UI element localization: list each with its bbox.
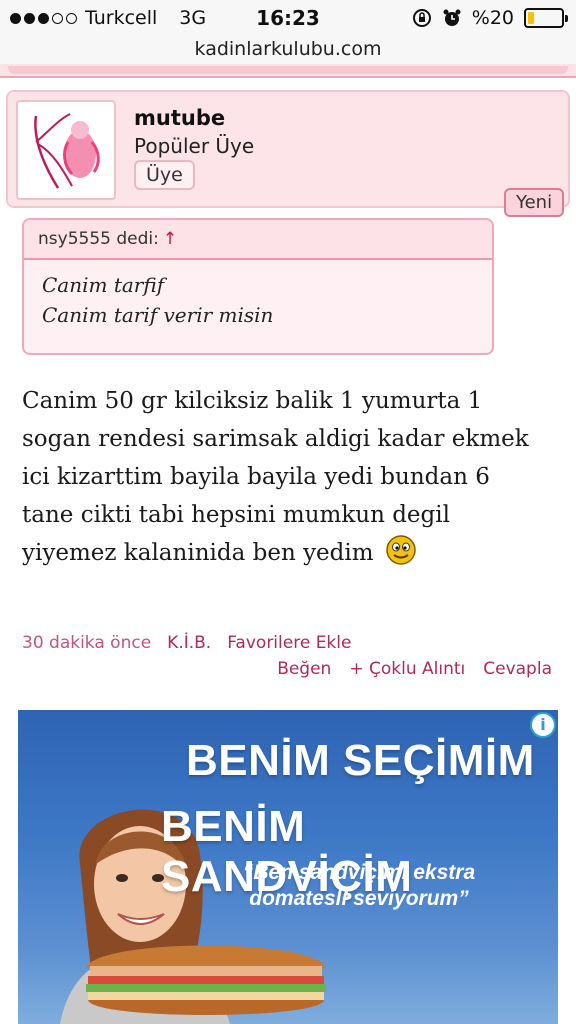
advertisement-banner[interactable]: BENİM SEÇİMİM BENİM SANDVİÇİM “Ben sandv… — [18, 710, 558, 1024]
post-time: 30 dakika önce — [22, 633, 152, 653]
jump-to-quote-arrow-icon[interactable]: ↑ — [163, 229, 177, 249]
status-left: Turkcell 3G — [10, 7, 206, 29]
signal-strength-icon — [10, 12, 77, 24]
quote-author: nsy5555 dedi: — [38, 229, 159, 249]
smiley-icon — [386, 535, 416, 565]
add-favorite-link[interactable]: Favorilere Ekle — [227, 633, 351, 653]
ad-headline-1: BENİM SEÇİMİM — [186, 736, 535, 785]
username[interactable]: mutube — [134, 106, 225, 130]
quote-body: Canim tarfif Canim tarif verir misin — [24, 260, 492, 340]
new-post-badge[interactable]: Yeni — [504, 188, 565, 217]
quote-line: Canim tarif verir misin — [42, 303, 274, 327]
like-link[interactable]: Beğen — [277, 659, 331, 679]
battery-percent: %20 — [471, 7, 514, 29]
ad-sandwich-image — [86, 945, 326, 1015]
network-type: 3G — [179, 7, 207, 29]
quote-line: Canim tarfif — [42, 273, 165, 297]
kib-link[interactable]: K.İ.B. — [167, 633, 211, 653]
avatar[interactable] — [16, 100, 116, 200]
url-bar[interactable]: kadinlarkulubu.com — [0, 38, 576, 64]
previous-post-edge — [0, 64, 576, 78]
quote-block: nsy5555 dedi: ↑ Canim tarfif Canim tarif … — [22, 218, 494, 355]
post-meta: 30 dakika önce K.İ.B. Favorilere Ekle — [22, 633, 351, 653]
ad-quote: “Ben sandviçimi ekstra domatesli seviyor… — [242, 861, 476, 910]
carrier-name: Turkcell — [85, 7, 158, 29]
alarm-icon — [443, 9, 461, 26]
battery-icon — [524, 8, 568, 28]
rotation-lock-icon — [412, 9, 431, 27]
user-rank: Popüler Üye — [134, 134, 255, 158]
member-badge: Üye — [134, 160, 195, 190]
status-right: %20 — [412, 7, 568, 29]
post-message: Canim 50 gr kilciksiz balik 1 yumurta 1 … — [22, 382, 542, 572]
info-icon[interactable]: i — [530, 712, 556, 738]
status-bar: Turkcell 3G 16:23 %20 — [0, 0, 576, 38]
battery-level — [528, 12, 535, 24]
quote-header: nsy5555 dedi: ↑ — [24, 220, 492, 260]
avatar-logo-icon — [34, 113, 100, 189]
multi-quote-link[interactable]: + Çoklu Alıntı — [349, 659, 465, 679]
user-card: mutube Popüler Üye Üye — [6, 90, 570, 208]
reply-link[interactable]: Cevapla — [483, 659, 552, 679]
post-actions: Beğen + Çoklu Alıntı Cevapla — [277, 659, 552, 679]
post-text: Canim 50 gr kilciksiz balik 1 yumurta 1 … — [22, 388, 529, 566]
